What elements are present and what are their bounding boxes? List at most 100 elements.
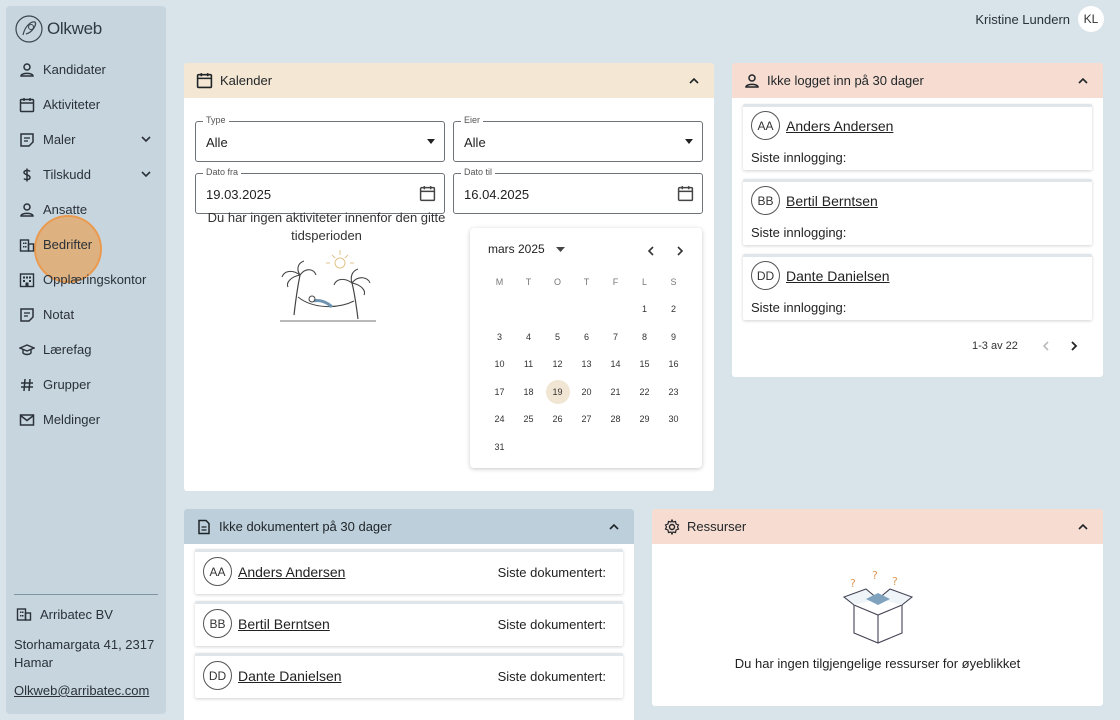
chevron-right-icon[interactable] bbox=[1068, 340, 1080, 352]
date-to-field[interactable]: Dato til 16.04.2025 bbox=[453, 167, 703, 214]
sidebar-item-meldinger[interactable]: Meldinger bbox=[6, 402, 166, 437]
calendar-day[interactable]: 15 bbox=[639, 359, 649, 369]
sidebar: Olkweb Kandidater Aktiviteter Maler Tils… bbox=[6, 6, 166, 714]
not-logged-in-header[interactable]: Ikke logget inn på 30 dager bbox=[732, 63, 1103, 98]
calendar-grid: MTOTFLS 1 2 3 4 5 6 7 8 9 10 11 12 13 14 15 16 17 18 19 20 2… bbox=[485, 268, 688, 461]
sidebar-item-maler[interactable]: Maler bbox=[6, 122, 166, 157]
calendar-day[interactable]: 11 bbox=[524, 359, 533, 369]
company-email-link[interactable]: Olkweb@arribatec.com bbox=[14, 683, 149, 698]
person-name-link[interactable]: Anders Andersen bbox=[786, 118, 893, 134]
sidebar-item-bedrifter[interactable]: Bedrifter bbox=[6, 227, 166, 262]
calendar-day[interactable]: 10 bbox=[494, 359, 504, 369]
calendar-day[interactable]: 20 bbox=[581, 387, 591, 397]
calendar-day[interactable]: 14 bbox=[610, 359, 620, 369]
sidebar-item-tilskudd[interactable]: Tilskudd bbox=[6, 157, 166, 192]
calendar-day[interactable]: 31 bbox=[494, 442, 504, 452]
chevron-left-icon[interactable] bbox=[645, 245, 657, 257]
calendar-day-cell: 9 bbox=[659, 332, 688, 342]
company-name: Arribatec BV bbox=[40, 606, 113, 622]
calendar-icon[interactable] bbox=[677, 185, 694, 202]
calendar-day[interactable]: 12 bbox=[552, 359, 562, 369]
calendar-day[interactable]: 16 bbox=[668, 359, 678, 369]
chevron-up-icon[interactable] bbox=[688, 75, 700, 87]
chevron-right-icon[interactable] bbox=[674, 245, 686, 257]
company-address: Storhamargata 41, 2317 Hamar bbox=[14, 637, 155, 670]
chevron-up-icon[interactable] bbox=[1077, 75, 1089, 87]
calendar-day[interactable]: 22 bbox=[639, 387, 649, 397]
sidebar-item-notat[interactable]: Notat bbox=[6, 297, 166, 332]
calendar-day[interactable]: 29 bbox=[639, 414, 649, 424]
sidebar-item-ansatte[interactable]: Ansatte bbox=[6, 192, 166, 227]
sidebar-item-label: Aktiviteter bbox=[43, 97, 101, 112]
chevron-down-icon[interactable] bbox=[140, 168, 152, 180]
calendar-day-cell: 2 bbox=[659, 304, 688, 314]
calendar-day[interactable]: 30 bbox=[668, 414, 678, 424]
calendar-week-row: 24 25 26 27 28 29 30 bbox=[485, 406, 688, 434]
card-title: Ressurser bbox=[687, 519, 747, 534]
empty-box-illustration: ? ? ? bbox=[842, 569, 914, 644]
chevron-left-icon[interactable] bbox=[1040, 340, 1052, 352]
chevron-up-icon[interactable] bbox=[1077, 521, 1089, 533]
calendar-day[interactable]: 26 bbox=[552, 414, 562, 424]
calendar-day-cell: 17 bbox=[485, 387, 514, 397]
calendar-day-cell: 22 bbox=[630, 387, 659, 397]
calendar-day[interactable]: 17 bbox=[494, 387, 504, 397]
person-name-link[interactable]: Anders Andersen bbox=[238, 564, 345, 580]
calendar-day[interactable]: 18 bbox=[523, 387, 533, 397]
type-select[interactable]: Type Alle bbox=[195, 115, 445, 162]
chevron-down-icon[interactable] bbox=[140, 133, 152, 145]
building-icon bbox=[18, 236, 36, 254]
calendar-card-header[interactable]: Kalender bbox=[184, 63, 714, 98]
month-label[interactable]: mars 2025 bbox=[488, 242, 545, 256]
sidebar-item-laerefag[interactable]: Lærefag bbox=[6, 332, 166, 367]
date-from-field[interactable]: Dato fra 19.03.2025 bbox=[195, 167, 445, 214]
calendar-day[interactable]: 3 bbox=[497, 332, 502, 342]
resources-header[interactable]: Ressurser bbox=[652, 509, 1103, 544]
app-logo[interactable]: Olkweb bbox=[14, 14, 102, 44]
field-value: Alle bbox=[206, 135, 228, 150]
calendar-day[interactable]: 9 bbox=[671, 332, 676, 342]
avatar[interactable]: KL bbox=[1078, 6, 1104, 32]
last-login-label: Siste innlogging: bbox=[751, 225, 847, 240]
sidebar-item-opplaeringskontor[interactable]: Opplæringskontor bbox=[6, 262, 166, 297]
not-documented-header[interactable]: Ikke dokumentert på 30 dager bbox=[184, 509, 634, 544]
calendar-day[interactable]: 23 bbox=[668, 387, 678, 397]
calendar-empty-text: Du har ingen aktiviteter innenfor den gi… bbox=[207, 210, 446, 243]
weekday-label: O bbox=[553, 276, 561, 287]
template-icon bbox=[18, 131, 36, 149]
calendar-day[interactable]: 7 bbox=[613, 332, 618, 342]
field-label: Dato fra bbox=[203, 167, 242, 177]
calendar-day-cell: 21 bbox=[601, 387, 630, 397]
owner-select[interactable]: Eier Alle bbox=[453, 115, 703, 162]
calendar-day[interactable]: 6 bbox=[584, 332, 589, 342]
caret-down-icon[interactable] bbox=[556, 247, 565, 253]
calendar-day[interactable]: 21 bbox=[610, 387, 620, 397]
person-name-link[interactable]: Bertil Berntsen bbox=[238, 616, 330, 632]
calendar-day-cell: 25 bbox=[514, 414, 543, 424]
calendar-day-cell: 15 bbox=[630, 359, 659, 369]
resources-card: Ressurser ? ? ? Du har ingen tilgjengeli… bbox=[652, 509, 1103, 706]
calendar-day-cell: 12 bbox=[543, 359, 572, 369]
sidebar-item-grupper[interactable]: Grupper bbox=[6, 367, 166, 402]
sidebar-item-label: Tilskudd bbox=[43, 167, 91, 182]
calendar-day[interactable]: 2 bbox=[671, 304, 676, 314]
calendar-day[interactable]: 13 bbox=[581, 359, 591, 369]
person-name-link[interactable]: Bertil Berntsen bbox=[786, 193, 878, 209]
calendar-day[interactable]: 1 bbox=[642, 304, 647, 314]
person-name-link[interactable]: Dante Danielsen bbox=[786, 268, 890, 284]
calendar-day[interactable]: 25 bbox=[523, 414, 533, 424]
user-menu[interactable]: Kristine Lundern KL bbox=[975, 6, 1104, 32]
person-name-link[interactable]: Dante Danielsen bbox=[238, 668, 342, 684]
sidebar-item-aktiviteter[interactable]: Aktiviteter bbox=[6, 87, 166, 122]
calendar-day[interactable]: 4 bbox=[526, 332, 531, 342]
sidebar-item-kandidater[interactable]: Kandidater bbox=[6, 52, 166, 87]
calendar-icon[interactable] bbox=[419, 185, 436, 202]
calendar-day[interactable]: 24 bbox=[494, 414, 504, 424]
calendar-day[interactable]: 8 bbox=[642, 332, 647, 342]
calendar-day[interactable]: 5 bbox=[555, 332, 560, 342]
calendar-day-selected[interactable]: 19 bbox=[545, 379, 570, 404]
chevron-up-icon[interactable] bbox=[608, 521, 620, 533]
calendar-day[interactable]: 28 bbox=[610, 414, 620, 424]
calendar-day[interactable]: 27 bbox=[581, 414, 591, 424]
company-info: Arribatec BV bbox=[16, 606, 113, 622]
